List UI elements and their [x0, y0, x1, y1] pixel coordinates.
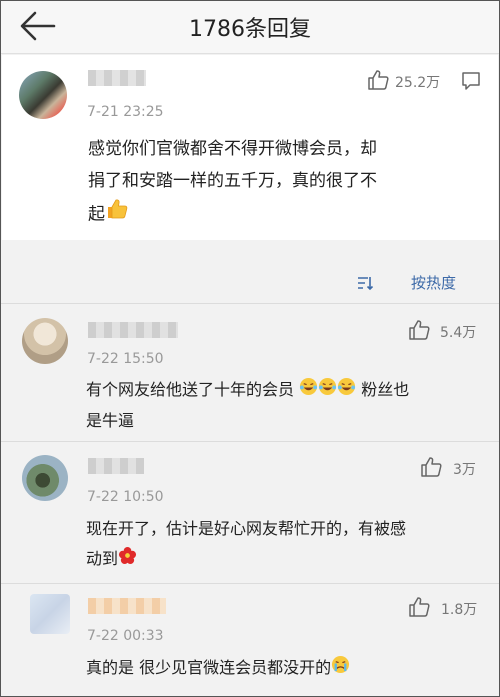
reply-text: 现在开了，估计是好心网友帮忙开的，有被感 动到: [86, 514, 406, 575]
reply-line: 现在开了，估计是好心网友帮忙开的，有被感: [86, 519, 407, 538]
reply-time: 7-22 10:50: [87, 489, 164, 505]
comment-line: 起: [88, 197, 377, 232]
username-blurred[interactable]: [88, 598, 166, 614]
page-title: 1786条回复: [189, 17, 311, 42]
reply-text: 有个网友给他送了十年的会员 粉丝也 是牛逼: [86, 375, 409, 436]
comment-line-text: 起: [88, 204, 105, 225]
reply-line-text: 有个网友给他送了十年的会员: [86, 380, 295, 399]
like-icon[interactable]: [420, 456, 442, 478]
comment-text: 感觉你们官微都舍不得开微博会员，却 捐了和安踏一样的五千万，真的很了不 起: [88, 133, 377, 232]
thumbs-up-emoji-icon: [105, 197, 129, 232]
main-comment: 7-21 23:25 25.2万 感觉你们官微都舍不得开微博会员，却 捐了和安踏…: [2, 55, 498, 240]
like-icon[interactable]: [408, 596, 430, 618]
comment-line: 捐了和安踏一样的五千万，真的很了不: [88, 171, 377, 191]
laughing-tears-emoji-icon: [318, 376, 337, 406]
reply-line-text: 动到: [86, 549, 119, 568]
reply-item: 3万 7-22 10:50 现在开了，估计是好心网友帮忙开的，有被感 动到: [0, 442, 500, 582]
reply-time: 7-22 00:33: [87, 628, 164, 644]
sort-icon[interactable]: [356, 274, 374, 292]
like-count: 5.4万: [440, 325, 477, 341]
laughing-tears-emoji-icon: [299, 376, 318, 406]
comment-icon[interactable]: [460, 70, 482, 92]
reply-item: 5.4万 7-22 15:50 有个网友给他送了十年的会员 粉丝也 是牛逼: [0, 304, 500, 440]
like-count: 1.8万: [441, 602, 478, 618]
like-icon[interactable]: [367, 69, 389, 91]
reply-text: 真的是 很少见官微连会员都没开的: [86, 653, 350, 684]
reply-line: 动到: [86, 544, 406, 575]
like-icon[interactable]: [408, 319, 430, 341]
like-count: 3万: [453, 462, 476, 478]
username-blurred[interactable]: [88, 458, 144, 474]
like-count: 25.2万: [395, 75, 441, 91]
top-bar: 1786条回复: [0, 0, 500, 54]
sort-bar: 按热度: [0, 262, 500, 302]
username-blurred[interactable]: [88, 322, 178, 338]
reply-time: 7-22 15:50: [87, 351, 164, 367]
comment-time: 7-21 23:25: [87, 104, 164, 120]
username-blurred[interactable]: [88, 70, 146, 86]
sort-by-hot-button[interactable]: 按热度: [411, 272, 456, 293]
reply-line: 真的是 很少见官微连会员都没开的: [86, 653, 350, 684]
comment-line: 感觉你们官微都舍不得开微博会员，却: [88, 139, 377, 159]
reply-line: 有个网友给他送了十年的会员 粉丝也: [86, 375, 409, 406]
reply-item: 1.8万 7-22 00:33 真的是 很少见官微连会员都没开的: [0, 584, 500, 696]
flower-emoji-icon: [118, 545, 137, 575]
avatar[interactable]: [22, 318, 68, 364]
reply-line-text: 粉丝也: [361, 380, 410, 399]
laughing-tears-emoji-icon: [337, 376, 356, 406]
avatar[interactable]: [19, 71, 67, 119]
reply-line-text: 真的是 很少见官微连会员都没开的: [86, 658, 332, 677]
avatar[interactable]: [22, 455, 68, 501]
avatar[interactable]: [30, 594, 70, 634]
crying-emoji-icon: [331, 654, 350, 684]
reply-line: 是牛逼: [86, 410, 135, 430]
